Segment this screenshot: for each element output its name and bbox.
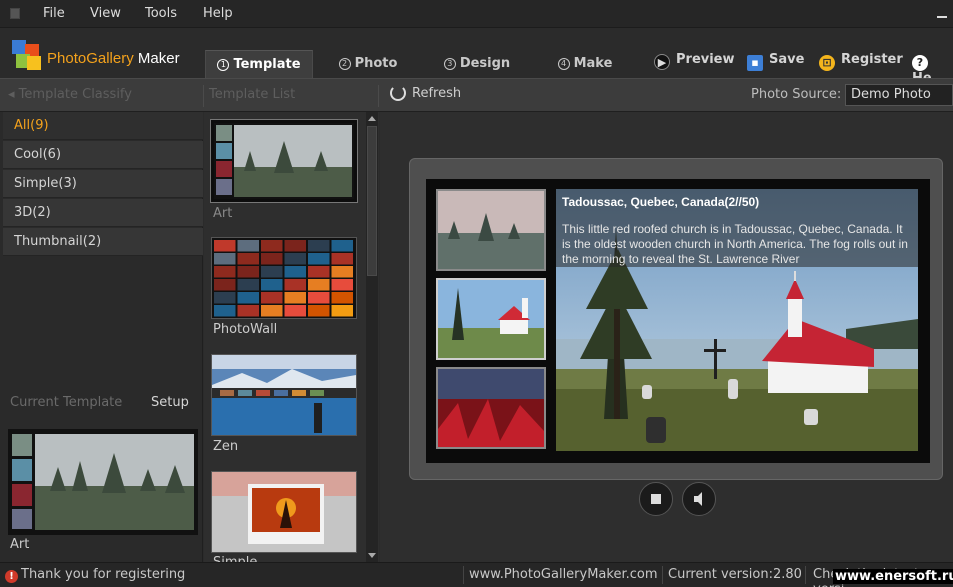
cart-icon: ⊡	[819, 55, 835, 71]
category-all[interactable]: All(9)	[3, 112, 203, 140]
tab-label: Photo	[354, 56, 398, 71]
gallery-thumbnail-selected[interactable]	[436, 278, 546, 360]
photo-caption: Tadoussac, Quebec, Canada(2//50) This li…	[556, 189, 918, 267]
tab-number: 1	[217, 59, 230, 71]
current-version: Current version:2.80	[668, 567, 802, 582]
play-icon: ▶	[654, 54, 670, 70]
tab-template[interactable]: 1 Template	[205, 50, 313, 78]
current-template-label: Current Template	[10, 395, 123, 410]
tab-photo[interactable]: 2 Photo	[326, 50, 410, 78]
stop-icon	[651, 494, 661, 504]
category-cool[interactable]: Cool(6)	[3, 141, 203, 169]
caption-title: Tadoussac, Quebec, Canada(2//50)	[562, 195, 760, 209]
menu-tools[interactable]: Tools	[145, 6, 177, 21]
tab-number: 4	[557, 58, 570, 70]
tab-design[interactable]: 3 Design	[432, 50, 522, 78]
tab-label: Template	[233, 57, 301, 72]
status-bar: ! Thank you for registering www.PhotoGall…	[0, 562, 953, 587]
category-thumbnail[interactable]: Thumbnail(2)	[3, 228, 203, 256]
scroll-thumb[interactable]	[367, 126, 377, 276]
template-name: Art	[213, 206, 233, 221]
gallery-main-photo: Tadoussac, Quebec, Canada(2//50) This li…	[556, 189, 918, 451]
template-classify-header: ◂ Template Classify	[8, 87, 132, 102]
photo-source-label: Photo Source:	[751, 87, 842, 102]
sub-toolbar: ◂ Template Classify Template List Refres…	[0, 78, 953, 112]
tab-label: Make	[573, 56, 613, 71]
current-template-thumbnail	[8, 429, 198, 535]
setup-button[interactable]: Setup	[151, 395, 189, 410]
sound-button[interactable]	[682, 482, 716, 516]
divider	[203, 85, 204, 107]
category-3d[interactable]: 3D(2)	[3, 199, 203, 227]
template-list-scrollbar[interactable]	[366, 112, 378, 562]
app-window: File View Tools Help PhotoGallery Maker …	[0, 0, 953, 587]
speaker-icon	[694, 492, 702, 506]
gallery-preview: Tadoussac, Quebec, Canada(2//50) This li…	[426, 179, 930, 463]
template-classify-label: Template Classify	[18, 87, 132, 102]
app-title-part2: Maker	[133, 50, 180, 67]
tab-make[interactable]: 4 Make	[545, 50, 625, 78]
template-name: PhotoWall	[213, 322, 278, 337]
caption-text: This little red roofed church is in Tado…	[562, 222, 908, 266]
stop-button[interactable]	[639, 482, 673, 516]
template-name: Zen	[213, 439, 239, 454]
template-list-header: Template List	[209, 87, 296, 102]
save-icon: ▪	[747, 55, 763, 71]
refresh-label: Refresh	[412, 86, 462, 101]
preview-panel: Tadoussac, Quebec, Canada(2//50) This li…	[380, 112, 953, 562]
help-icon: ?	[912, 55, 928, 71]
refresh-button[interactable]: Refresh	[390, 85, 461, 101]
register-button[interactable]: ⊡ Register	[819, 52, 903, 71]
scroll-up-icon[interactable]	[368, 116, 376, 121]
template-list: Art PhotoWall Zen	[204, 112, 379, 570]
photo-source-select[interactable]: Demo Photo	[845, 84, 953, 106]
register-label: Register	[841, 52, 903, 67]
system-menu-icon[interactable]	[10, 8, 20, 19]
divider	[662, 566, 663, 584]
tab-number: 3	[443, 58, 456, 70]
app-logo-icon	[12, 40, 42, 70]
template-zen[interactable]	[211, 354, 357, 436]
tab-label: Design	[459, 56, 511, 71]
menu-help[interactable]: Help	[203, 6, 233, 21]
gallery-thumbnail[interactable]	[436, 367, 546, 449]
status-message: ! Thank you for registering	[5, 567, 185, 583]
template-art[interactable]	[210, 119, 358, 203]
website-link[interactable]: www.PhotoGalleryMaker.com	[469, 567, 658, 582]
menu-view[interactable]: View	[90, 6, 121, 21]
template-classify-panel: All(9) Cool(6) Simple(3) 3D(2) Thumbnail…	[0, 112, 203, 562]
minimize-icon[interactable]	[937, 8, 947, 18]
save-label: Save	[769, 52, 805, 67]
divider	[378, 85, 379, 107]
save-button[interactable]: ▪ Save	[747, 52, 804, 71]
app-title: PhotoGallery Maker	[47, 50, 180, 67]
preview-frame: Tadoussac, Quebec, Canada(2//50) This li…	[409, 158, 943, 480]
current-template-name: Art	[10, 537, 30, 552]
tab-number: 2	[338, 58, 351, 70]
info-icon: !	[5, 570, 18, 583]
preview-label: Preview	[676, 52, 735, 67]
preview-button[interactable]: ▶ Preview	[654, 52, 735, 70]
template-photowall[interactable]	[211, 237, 357, 319]
divider	[805, 566, 806, 584]
menu-bar: File View Tools Help	[0, 0, 953, 28]
watermark: www.enersoft.ru	[833, 569, 953, 584]
category-simple[interactable]: Simple(3)	[3, 170, 203, 198]
divider	[463, 566, 464, 584]
status-message-text: Thank you for registering	[21, 567, 186, 582]
gallery-thumbnail[interactable]	[436, 189, 546, 271]
app-header: PhotoGallery Maker 1 Template 2 Photo 3 Des…	[0, 28, 953, 86]
scroll-down-icon[interactable]	[368, 553, 376, 558]
app-title-part1: PhotoGallery	[47, 50, 134, 67]
template-simple[interactable]	[211, 471, 357, 553]
menu-file[interactable]: File	[43, 6, 65, 21]
refresh-icon	[390, 85, 406, 101]
